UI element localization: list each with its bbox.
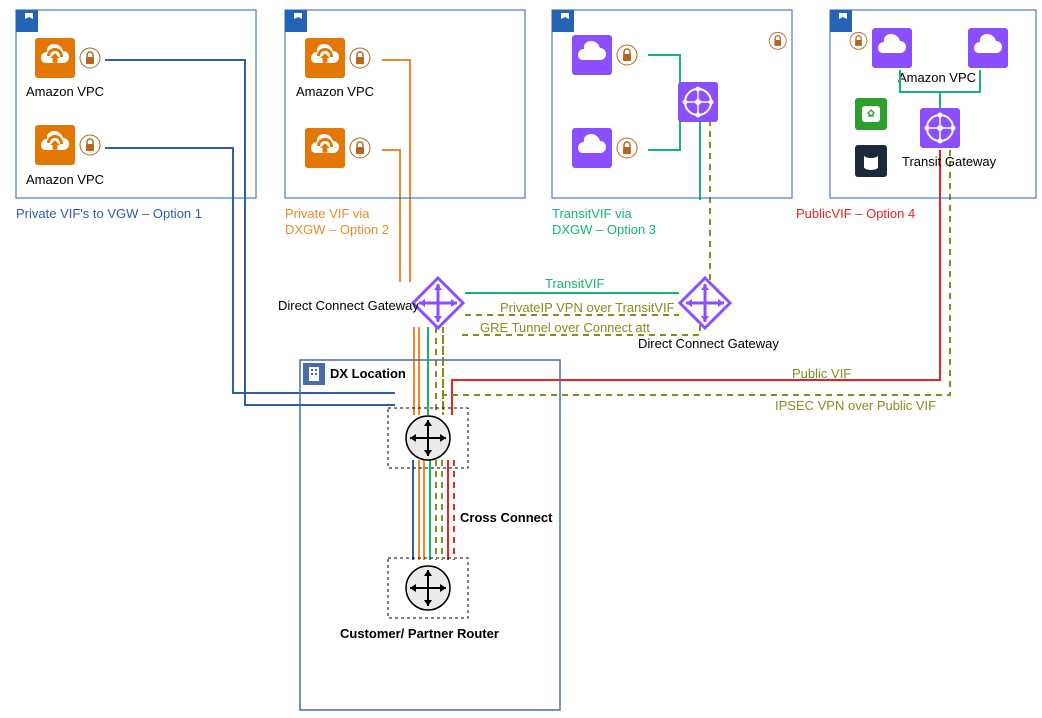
dx-location-label: DX Location [330,366,406,381]
customer-router-label: Customer/ Partner Router [340,626,499,641]
group-option3 [572,35,718,168]
group-option1: Amazon VPC Amazon VPC [26,38,104,187]
option1-label: Private VIF's to VGW – Option 1 [16,206,202,221]
vpc-icon [872,28,912,68]
gre-tunnel-label: GRE Tunnel over Connect att [480,320,650,335]
lock-icon [350,48,370,68]
tgw-label: Transit Gateway [902,154,997,169]
option2-label-1: Private VIF via [285,206,370,221]
option2-label-2: DXGW – Option 2 [285,222,389,237]
architecture-diagram: Amazon VPC Amazon VPC Private VIF's to V… [0,0,1042,718]
vpc-icon [572,128,612,168]
vpc-label: Amazon VPC [296,84,374,99]
vpc-icon [305,128,345,168]
option4-label: PublicVIF – Option 4 [796,206,915,221]
lock-icon [769,32,786,49]
dxgw-icon [413,278,463,328]
vpc-icon [968,28,1008,68]
lock-icon [80,135,100,155]
public-vif-label: Public VIF [792,366,851,381]
cross-connect-label: Cross Connect [460,510,553,525]
vpc-label: Amazon VPC [898,70,976,85]
lock-icon [80,48,100,68]
group-option4: Amazon VPC Transit Gateway [769,28,1008,177]
ipsec-vpn-label: IPSEC VPN over Public VIF [775,398,936,413]
router-icon [388,408,468,468]
lock-icon [617,45,637,65]
router-icon [388,558,468,618]
glacier-icon [855,98,887,130]
lock-icon [350,138,370,158]
vpc-label: Amazon VPC [26,172,104,187]
dxgw-label: Direct Connect Gateway [638,336,779,351]
option3-label-1: TransitVIF via [552,206,632,221]
vpc-label: Amazon VPC [26,84,104,99]
dxgw-icon [680,278,730,328]
transit-gateway-icon [678,82,718,122]
privateip-vpn-label: PrivateIP VPN over TransitVIF [500,300,675,315]
option3-label-2: DXGW – Option 3 [552,222,656,237]
lock-icon [617,138,637,158]
vpc-icon [35,38,75,78]
s3-icon [855,145,887,177]
dxgw-label: Direct Connect Gateway [278,298,419,313]
group-option2: Amazon VPC [296,38,374,168]
vpc-icon [305,38,345,78]
transitvif-label: TransitVIF [545,276,605,291]
transit-gateway-icon [920,108,960,148]
vpc-icon [572,35,612,75]
vpc-icon [35,125,75,165]
lock-icon [850,32,867,49]
